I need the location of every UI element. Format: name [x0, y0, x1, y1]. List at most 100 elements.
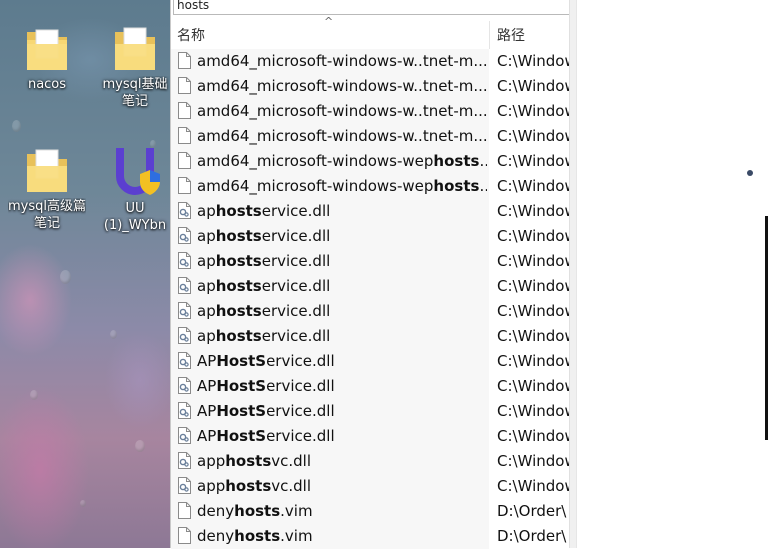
file-path: C:\Windows	[497, 302, 569, 320]
file-path: C:\Windows	[497, 402, 569, 420]
table-row[interactable]: amd64_microsoft-windows-w..tnet-m... C:\W…	[171, 99, 569, 124]
file-icon	[178, 102, 191, 123]
file-name-match: hosts	[234, 502, 281, 520]
file-name: amd64_microsoft-windows-w..tnet-m...	[197, 77, 487, 95]
column-header-name[interactable]: 名称	[177, 25, 205, 45]
column-divider[interactable]	[489, 21, 490, 49]
file-name-prefix: deny	[197, 527, 235, 545]
file-path: C:\Windows	[497, 277, 569, 295]
file-path: C:\Windows	[497, 177, 569, 195]
file-name: aphostservice.dll	[197, 327, 487, 345]
file-name-match: hosts	[215, 227, 262, 245]
desktop-icon-uu-installer[interactable]: UU (1)_WYbn	[96, 144, 174, 234]
file-name: amd64_microsoft-windows-w..tnet-m...	[197, 52, 487, 70]
file-name-suffix: .vim	[280, 527, 313, 545]
search-input[interactable]: hosts	[173, 0, 572, 15]
dll-icon	[178, 252, 191, 273]
file-name-suffix: ervice.dll	[261, 252, 331, 270]
file-name-suffix: ...	[479, 152, 487, 170]
file-name-prefix: AP	[197, 427, 217, 445]
desktop-icon-label-line2: (1)_WYbn	[103, 218, 167, 233]
file-name: APHostService.dll	[197, 402, 487, 420]
file-name: amd64_microsoft-windows-w..tnet-m...	[197, 102, 487, 120]
file-name-prefix: amd64_microsoft-windows-wep	[197, 152, 434, 170]
file-name-prefix: amd64_microsoft-windows-w..tnet-m...	[197, 77, 487, 95]
file-name: aphostservice.dll	[197, 202, 487, 220]
dll-icon	[178, 377, 191, 398]
table-row[interactable]: APHostService.dll C:\Windows	[171, 349, 569, 374]
file-path: C:\Windows	[497, 427, 569, 445]
desktop-icon-nacos[interactable]: nacos	[8, 22, 86, 93]
table-row[interactable]: denyhosts.vim D:\Order\	[171, 499, 569, 524]
table-row[interactable]: apphostsvc.dll C:\Windows	[171, 449, 569, 474]
file-path: C:\Windows	[497, 127, 569, 145]
table-row[interactable]: APHostService.dll C:\Windows	[171, 374, 569, 399]
file-name: denyhosts.vim	[197, 527, 487, 545]
table-row[interactable]: aphostservice.dll C:\Windows	[171, 249, 569, 274]
desktop-icon-mysql-advanced[interactable]: mysql高级篇 笔记	[8, 144, 86, 232]
file-icon	[178, 77, 191, 98]
file-name-prefix: ap	[197, 202, 216, 220]
table-row[interactable]: aphostservice.dll C:\Windows	[171, 199, 569, 224]
desktop-icon-mysql-basics[interactable]: mysql基础 笔记	[96, 22, 174, 110]
table-row[interactable]: apphostsvc.dll C:\Windows	[171, 474, 569, 499]
file-name-suffix: ervice.dll	[261, 327, 331, 345]
file-name-match: hosts	[433, 177, 480, 195]
file-icon	[178, 152, 191, 173]
column-header-path[interactable]: 路径	[497, 25, 525, 45]
column-header: ^ 名称 路径	[171, 15, 569, 49]
table-row[interactable]: aphostservice.dll C:\Windows	[171, 324, 569, 349]
file-icon	[178, 177, 191, 198]
table-row[interactable]: APHostService.dll C:\Windows	[171, 399, 569, 424]
dll-icon	[178, 202, 191, 223]
table-row[interactable]: aphostservice.dll C:\Windows	[171, 299, 569, 324]
dll-icon	[178, 402, 191, 423]
file-name-match: hosts	[225, 452, 272, 470]
table-row[interactable]: APHostService.dll C:\Windows	[171, 424, 569, 449]
file-name-match: HostS	[216, 352, 267, 370]
file-name-match: HostS	[216, 377, 267, 395]
file-name-match: hosts	[215, 277, 262, 295]
file-name: APHostService.dll	[197, 352, 487, 370]
file-name-match: hosts	[215, 252, 262, 270]
file-path: C:\Windows	[497, 227, 569, 245]
table-row[interactable]: aphostservice.dll C:\Windows	[171, 274, 569, 299]
file-name-prefix: ap	[197, 252, 216, 270]
file-name-prefix: deny	[197, 502, 235, 520]
file-name-match: hosts	[225, 477, 272, 495]
table-row[interactable]: amd64_microsoft-windows-wephosts... C:\Wi…	[171, 174, 569, 199]
table-row[interactable]: aphostservice.dll C:\Windows	[171, 224, 569, 249]
file-path: C:\Windows	[497, 352, 569, 370]
file-name-suffix: ervice.dll	[261, 202, 331, 220]
table-row[interactable]: denyhosts.vim D:\Order\	[171, 524, 569, 549]
file-name-match: HostS	[216, 427, 267, 445]
folder-icon	[27, 29, 67, 70]
file-name-prefix: AP	[197, 377, 217, 395]
file-name-prefix: ap	[197, 302, 216, 320]
table-row[interactable]: amd64_microsoft-windows-w..tnet-m... C:\W…	[171, 49, 569, 74]
desktop-icon-label-line2: 笔记	[121, 94, 148, 109]
background-document	[576, 0, 768, 548]
file-name-prefix: AP	[197, 352, 217, 370]
dll-icon	[178, 227, 191, 248]
file-name-prefix: ap	[197, 277, 216, 295]
desktop-icon-label-line2: 笔记	[33, 216, 60, 231]
file-name-match: hosts	[433, 152, 480, 170]
file-name: amd64_microsoft-windows-w..tnet-m...	[197, 127, 487, 145]
file-path: C:\Windows	[497, 327, 569, 345]
file-list: amd64_microsoft-windows-w..tnet-m... C:\W…	[171, 49, 569, 549]
file-name: aphostservice.dll	[197, 227, 487, 245]
folder-icon	[115, 27, 155, 70]
table-row[interactable]: amd64_microsoft-windows-w..tnet-m... C:\W…	[171, 124, 569, 149]
file-name: apphostsvc.dll	[197, 452, 487, 470]
file-name-suffix: ervice.dll	[261, 227, 331, 245]
table-row[interactable]: amd64_microsoft-windows-w..tnet-m... C:\W…	[171, 74, 569, 99]
table-row[interactable]: amd64_microsoft-windows-wephosts... C:\Wi…	[171, 149, 569, 174]
file-name: APHostService.dll	[197, 427, 487, 445]
file-name-match: hosts	[215, 327, 262, 345]
raindrop	[60, 270, 71, 284]
file-name-match: hosts	[215, 302, 262, 320]
file-name-suffix: ...	[479, 177, 487, 195]
file-name-suffix: ervice.dll	[261, 302, 331, 320]
file-name: amd64_microsoft-windows-wephosts...	[197, 152, 487, 170]
